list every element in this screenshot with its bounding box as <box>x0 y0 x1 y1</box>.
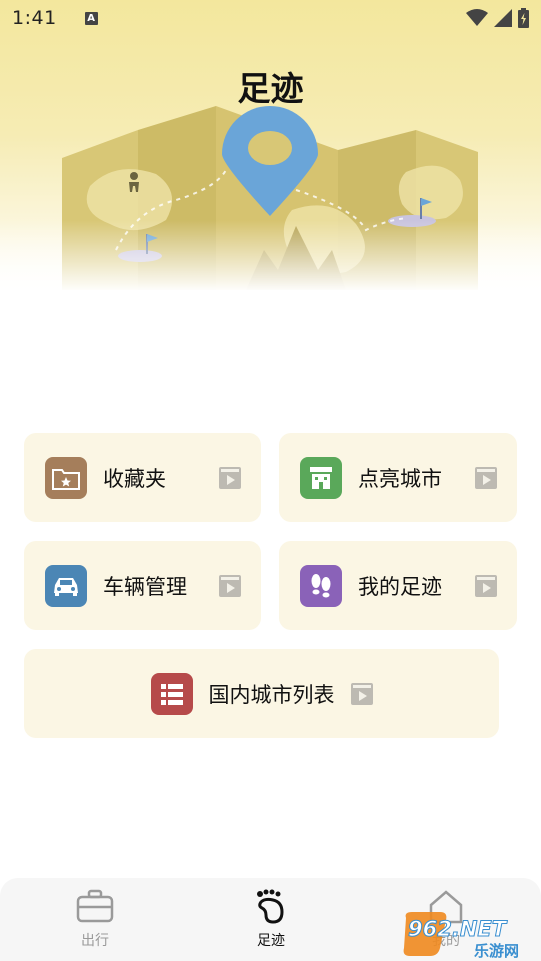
tab-footprint-label: 足迹 <box>257 933 285 949</box>
light-city-card[interactable]: 点亮城市 <box>279 433 517 522</box>
footprint-icon <box>257 889 284 924</box>
light-city-label: 点亮城市 <box>358 466 442 491</box>
briefcase-icon <box>76 889 114 923</box>
tab-travel-label: 出行 <box>81 933 109 949</box>
vehicle-card[interactable]: 车辆管理 <box>24 541 261 630</box>
watermark-logo: 962.NET 乐游网 <box>403 912 519 960</box>
watermark-brand: 962.NET <box>408 917 508 941</box>
status-bar: 1:41 A <box>0 0 541 36</box>
wifi-icon <box>466 9 488 26</box>
signal-icon <box>494 9 512 27</box>
status-time: 1:41 <box>12 7 57 29</box>
folder-star-icon <box>45 456 87 499</box>
battery-icon <box>518 8 529 28</box>
my-footprint-card[interactable]: 我的足迹 <box>279 541 517 630</box>
watermark-subtitle: 乐游网 <box>474 942 519 960</box>
building-icon <box>300 456 342 499</box>
vehicle-label: 车辆管理 <box>103 574 187 599</box>
video-play-icon <box>219 467 241 489</box>
video-play-icon <box>350 682 373 705</box>
list-icon <box>150 672 193 715</box>
hero-fade <box>0 220 541 300</box>
footprints-icon <box>300 564 342 607</box>
notification-a-icon: A <box>84 11 98 25</box>
city-list-label: 国内城市列表 <box>208 682 335 707</box>
tab-footprint[interactable]: 足迹 <box>231 888 311 950</box>
tab-travel[interactable]: 出行 <box>55 888 135 950</box>
car-icon <box>45 564 87 607</box>
video-play-icon <box>219 575 241 597</box>
city-list-card[interactable]: 国内城市列表 <box>24 649 499 738</box>
video-play-icon <box>475 575 497 597</box>
my-footprint-label: 我的足迹 <box>358 574 442 599</box>
favorites-label: 收藏夹 <box>103 466 166 491</box>
video-play-icon <box>475 467 497 489</box>
favorites-card[interactable]: 收藏夹 <box>24 433 261 522</box>
